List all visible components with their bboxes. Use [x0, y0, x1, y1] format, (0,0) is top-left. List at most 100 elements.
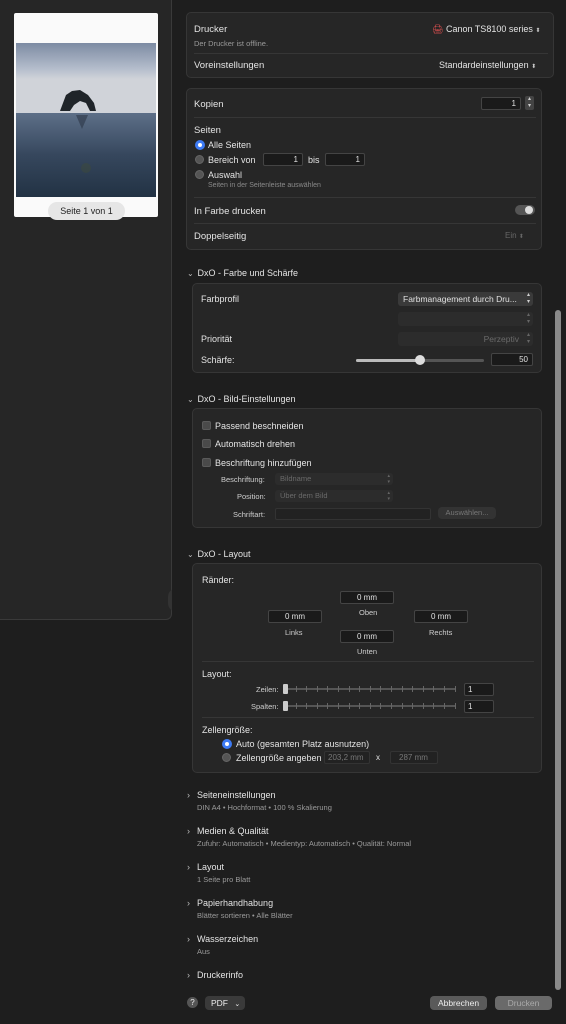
cols-slider-knob[interactable] — [283, 701, 288, 711]
caption-checkbox[interactable] — [202, 458, 211, 467]
chevron-updown-icon: ⬍ — [531, 64, 537, 70]
margin-right-input[interactable]: 0 mm — [414, 610, 468, 623]
print-button[interactable]: Drucken — [495, 996, 552, 1010]
slider-tick — [327, 686, 329, 692]
copies-input[interactable]: 1 — [481, 97, 521, 110]
cellsize-auto-radio[interactable] — [222, 739, 232, 749]
cell-width-input[interactable]: 203,2 mm — [324, 751, 370, 764]
color-print-toggle[interactable] — [515, 205, 535, 215]
rows-input[interactable]: 1 — [464, 683, 494, 696]
section-summary: Zufuhr: Automatisch • Medientyp: Automat… — [197, 839, 412, 848]
chevron-right-icon: › — [187, 934, 190, 944]
dxo-color-header[interactable]: ⌄ DxO - Farbe und Schärfe — [187, 268, 298, 278]
chevron-right-icon: › — [187, 826, 190, 836]
section-5[interactable]: › Druckerinfo — [187, 970, 547, 983]
slider-tick — [359, 686, 361, 692]
section-0[interactable]: › Seiteneinstellungen DIN A4 • Hochformat … — [187, 790, 547, 812]
slider-tick — [306, 703, 308, 709]
range-from-input[interactable]: 1 — [263, 153, 303, 166]
margins-label: Ränder: — [202, 575, 235, 585]
choose-font-button[interactable]: Auswählen... — [438, 507, 496, 519]
margin-bottom-input[interactable]: 0 mm — [340, 630, 394, 643]
sharpness-fill — [356, 359, 420, 362]
color-profile-select[interactable]: Farbmanagement durch Dru... ▴ ▾ — [398, 292, 533, 306]
chevron-right-icon: › — [187, 970, 190, 980]
printer-select[interactable]: 🖨 Canon TS8100 series ⬍ — [432, 24, 540, 35]
section-summary: DIN A4 • Hochformat • 100 % Skalierung — [197, 803, 332, 812]
margin-bottom-label: Unten — [357, 647, 378, 656]
section-1[interactable]: › Medien & Qualität Zufuhr: Automatisch • … — [187, 826, 547, 848]
dxo-layout-title: DxO - Layout — [197, 549, 251, 559]
duplex-select[interactable]: Ein ⬍ — [505, 231, 524, 240]
section-3[interactable]: › Papierhandhabung Blätter sortieren • All… — [187, 898, 547, 920]
slider-tick — [338, 703, 339, 709]
section-2[interactable]: › Layout 1 Seite pro Blatt — [187, 862, 547, 884]
left-empty-area — [0, 620, 172, 1024]
section-title: Papierhandhabung — [197, 898, 274, 908]
sharpness-knob[interactable] — [415, 355, 425, 365]
cell-height-input[interactable]: 287 mm — [390, 751, 438, 764]
color-profile-sub-select[interactable]: ▴ ▾ — [398, 312, 533, 326]
crop-checkbox[interactable] — [202, 421, 211, 430]
dxo-image-header[interactable]: ⌄ DxO - Bild-Einstellungen — [187, 394, 296, 404]
presets-select[interactable]: Standardeinstellungen ⬍ — [439, 60, 536, 70]
all-pages-radio[interactable] — [195, 140, 205, 150]
slider-tick — [380, 703, 382, 709]
cellsize-auto-label: Auto (gesamten Platz ausnutzen) — [236, 739, 370, 749]
cellsize-specify-radio[interactable] — [222, 753, 231, 762]
slider-tick — [412, 703, 414, 709]
range-label: Bereich von — [208, 155, 256, 165]
priority-select[interactable]: Perzeptiv ▴ ▾ — [398, 332, 533, 346]
rows-slider[interactable] — [283, 684, 456, 694]
copies-stepper[interactable]: ▴ ▾ — [525, 96, 534, 110]
presets-value: Standardeinstellungen — [439, 60, 529, 70]
section-4[interactable]: › Wasserzeichen Aus — [187, 934, 547, 956]
dxo-layout-header[interactable]: ⌄ DxO - Layout — [187, 549, 251, 559]
rotate-checkbox[interactable] — [202, 439, 211, 448]
sharpness-input[interactable]: 50 — [491, 353, 533, 366]
slider-tick — [433, 703, 435, 709]
cols-label: Spalten: — [251, 702, 279, 711]
color-profile-value: Farbmanagement durch Dru... — [403, 294, 517, 304]
slider-tick — [422, 686, 424, 692]
cancel-button[interactable]: Abbrechen — [430, 996, 487, 1010]
chevron-updown-icon: ⬍ — [535, 28, 541, 34]
slider-tick — [369, 686, 371, 692]
printer-label: Drucker — [194, 24, 228, 35]
slider-tick — [412, 686, 414, 692]
selection-radio[interactable] — [195, 170, 204, 179]
divider — [194, 53, 548, 54]
chevron-right-icon: › — [187, 898, 190, 908]
slider-tick — [338, 686, 339, 692]
margin-left-input[interactable]: 0 mm — [268, 610, 322, 623]
slider-tick — [454, 686, 456, 692]
caption-value: Bildname — [280, 474, 312, 483]
dxo-color-box: Farbprofil Farbmanagement durch Dru... ▴… — [192, 283, 542, 373]
divider — [194, 223, 536, 224]
dxo-image-box: Passend beschneiden Automatisch drehen B… — [192, 408, 542, 528]
scrollbar[interactable] — [555, 310, 561, 990]
position-select[interactable]: Über dem Bild ▴ ▾ — [275, 490, 393, 502]
margin-top-input[interactable]: 0 mm — [340, 591, 394, 604]
sharpness-slider[interactable] — [356, 355, 484, 365]
pdf-menu-button[interactable]: PDF ⌄ — [205, 996, 245, 1010]
caption-select[interactable]: Bildname ▴ ▾ — [275, 473, 393, 485]
color-print-label: In Farbe drucken — [194, 206, 266, 217]
chevron-updown-icon: ▴ ▾ — [526, 292, 530, 305]
range-radio[interactable] — [195, 155, 204, 164]
page-counter: Seite 1 von 1 — [48, 202, 125, 220]
cols-input[interactable]: 1 — [464, 700, 494, 713]
slider-tick — [348, 686, 350, 692]
range-to-input[interactable]: 1 — [325, 153, 365, 166]
page-thumbnail[interactable]: Seite 1 von 1 — [14, 13, 158, 220]
cellsize-label: Zellengröße: — [202, 725, 253, 735]
help-button[interactable]: ? — [187, 997, 198, 1008]
caption-field-label: Beschriftung: — [221, 475, 265, 484]
slider-tick — [316, 703, 318, 709]
dxo-image-title: DxO - Bild-Einstellungen — [197, 394, 296, 404]
rows-slider-knob[interactable] — [283, 684, 288, 694]
copies-box: Kopien 1 ▴ ▾ Seiten Alle Seiten Bereich v… — [186, 88, 542, 250]
chevron-updown-icon: ⬍ — [518, 234, 524, 240]
cols-slider[interactable] — [283, 701, 456, 711]
presets-label: Voreinstellungen — [194, 60, 265, 71]
